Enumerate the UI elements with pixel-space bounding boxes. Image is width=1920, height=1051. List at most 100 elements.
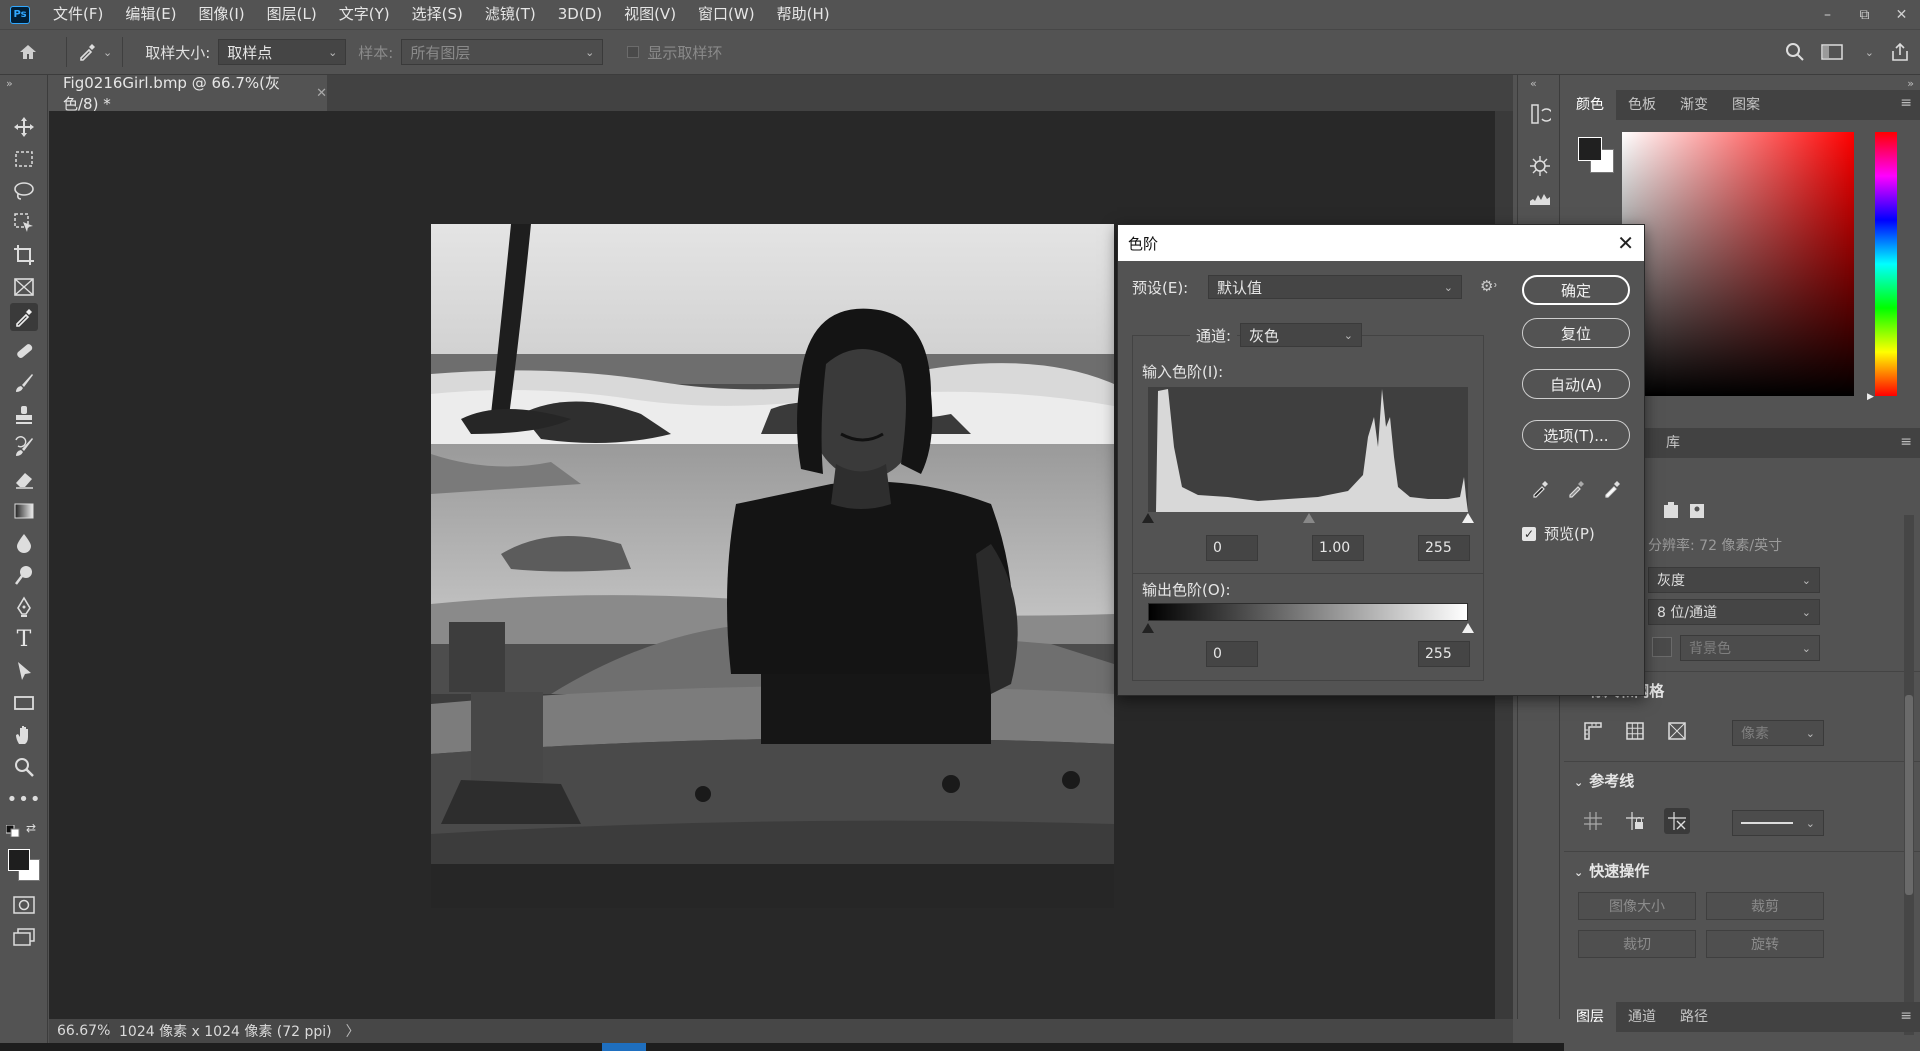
crop-button[interactable]: 裁剪 <box>1706 892 1824 920</box>
show-sampling-ring-checkbox[interactable]: 显示取样环 <box>627 42 722 63</box>
tab-channels[interactable]: 通道 <box>1616 1002 1668 1032</box>
gray-point-eyedropper-icon[interactable] <box>1566 477 1588 499</box>
marquee-tool-icon[interactable] <box>12 147 36 171</box>
more-tools-icon[interactable]: ••• <box>7 787 41 811</box>
brush-tool-icon[interactable] <box>12 371 36 395</box>
dodge-tool-icon[interactable] <box>12 563 36 587</box>
scrollbar-thumb[interactable] <box>1905 695 1913 895</box>
panel-menu-icon[interactable]: ≡ <box>1900 1008 1912 1024</box>
input-black-field[interactable]: 0 <box>1206 535 1258 561</box>
hand-tool-icon[interactable] <box>12 723 36 747</box>
guides-icon[interactable] <box>1580 808 1606 834</box>
depth-select[interactable]: 8 位/通道 ⌄ <box>1648 599 1820 625</box>
smart-guides-icon[interactable] <box>1664 808 1690 834</box>
type-tool-icon[interactable]: T <box>12 627 36 652</box>
zoom-tool-icon[interactable] <box>12 755 36 779</box>
share-icon[interactable] <box>1890 42 1910 62</box>
panel-menu-icon[interactable]: ≡ <box>1900 95 1912 111</box>
healing-brush-tool-icon[interactable] <box>12 339 36 363</box>
tab-patterns[interactable]: 图案 <box>1720 90 1772 120</box>
guide-style-select[interactable]: ⌄ <box>1732 810 1824 836</box>
lock-guides-icon[interactable] <box>1622 808 1648 834</box>
panel-menu-icon[interactable]: ≡ <box>1900 434 1912 450</box>
menu-view[interactable]: 视图(V) <box>613 0 687 29</box>
collapse-toolbar-icon[interactable]: » <box>6 77 13 90</box>
image-size-button[interactable]: 图像大小 <box>1578 892 1696 920</box>
search-icon[interactable] <box>1785 42 1805 62</box>
move-tool-icon[interactable] <box>12 115 36 139</box>
chevron-down-icon[interactable]: ⌄ <box>1865 46 1874 59</box>
guides-heading[interactable]: ⌄ 参考线 <box>1574 770 1634 791</box>
output-white-slider[interactable] <box>1462 623 1474 633</box>
levels-title-bar[interactable]: 色阶 ✕ <box>1118 225 1644 261</box>
menu-window[interactable]: 窗口(W) <box>687 0 766 29</box>
output-black-slider[interactable] <box>1142 623 1154 633</box>
status-menu-arrow-icon[interactable]: 〉 <box>346 1021 360 1041</box>
expand-panels-icon[interactable]: « <box>1530 77 1537 90</box>
menu-help[interactable]: 帮助(H) <box>766 0 841 29</box>
input-gamma-slider[interactable] <box>1303 513 1315 523</box>
color-field[interactable] <box>1622 132 1854 396</box>
clone-stamp-tool-icon[interactable] <box>12 403 36 427</box>
close-icon[interactable]: ✕ <box>1883 0 1920 29</box>
grid-icon[interactable] <box>1622 718 1648 744</box>
white-point-eyedropper-icon[interactable] <box>1602 477 1624 499</box>
restore-icon[interactable]: ⧉ <box>1846 0 1883 29</box>
auto-button[interactable]: 自动(A) <box>1522 369 1630 399</box>
frame-tool-icon[interactable] <box>12 275 36 299</box>
menu-layer[interactable]: 图层(L) <box>256 0 328 29</box>
history-panel-icon[interactable] <box>1527 101 1553 127</box>
panel-foreground-swatch[interactable] <box>1578 137 1602 161</box>
menu-select[interactable]: 选择(S) <box>401 0 474 29</box>
swap-colors-icon[interactable]: ⇄ <box>26 821 36 835</box>
quick-mask-icon[interactable] <box>12 893 36 917</box>
lasso-tool-icon[interactable] <box>12 179 36 203</box>
foreground-color-swatch[interactable] <box>8 849 30 871</box>
trim-button[interactable]: 裁切 <box>1578 930 1696 958</box>
output-black-field[interactable]: 0 <box>1206 641 1258 667</box>
menu-edit[interactable]: 编辑(E) <box>114 0 187 29</box>
collapse-panels-icon[interactable]: » <box>1907 77 1914 90</box>
blur-tool-icon[interactable] <box>12 531 36 555</box>
close-icon[interactable]: ✕ <box>1617 231 1634 255</box>
adjustments-panel-icon[interactable] <box>1527 153 1553 179</box>
home-icon[interactable] <box>0 43 56 61</box>
rectangle-tool-icon[interactable] <box>12 691 36 715</box>
menu-image[interactable]: 图像(I) <box>188 0 256 29</box>
input-white-slider[interactable] <box>1462 513 1474 523</box>
tab-libraries[interactable]: 库 <box>1654 428 1692 458</box>
tab-layers[interactable]: 图层 <box>1564 1002 1616 1032</box>
menu-file[interactable]: 文件(F) <box>42 0 114 29</box>
tab-swatches[interactable]: 色板 <box>1616 90 1668 120</box>
channel-select[interactable]: 灰色 ⌄ <box>1240 323 1362 347</box>
ruler-icon[interactable] <box>1580 718 1606 744</box>
fill-select[interactable]: 背景色 ⌄ <box>1680 635 1820 661</box>
workspace-icon[interactable] <box>1821 43 1843 61</box>
hue-slider-handle[interactable]: ▶ <box>1867 392 1874 402</box>
grid-unit-select[interactable]: 像素 ⌄ <box>1732 720 1824 746</box>
history-brush-tool-icon[interactable] <box>12 435 36 459</box>
black-point-eyedropper-icon[interactable] <box>1530 477 1552 499</box>
mode-select[interactable]: 灰度 ⌄ <box>1648 567 1820 593</box>
close-tab-icon[interactable]: ✕ <box>316 86 327 101</box>
fill-color-swatch[interactable] <box>1652 637 1672 657</box>
path-selection-tool-icon[interactable] <box>12 659 36 683</box>
sample-size-select[interactable]: 取样点 ⌄ <box>218 39 347 65</box>
preset-options-gear-icon[interactable]: ⚙˒ <box>1480 277 1498 295</box>
screen-mode-icon[interactable] <box>12 925 36 949</box>
document-image[interactable] <box>431 224 1114 908</box>
hue-slider[interactable] <box>1875 132 1897 396</box>
document-tab[interactable]: Fig0216Girl.bmp @ 66.7%(灰色/8) * ✕ <box>49 74 327 113</box>
menu-filter[interactable]: 滤镜(T) <box>474 0 547 29</box>
ok-button[interactable]: 确定 <box>1522 275 1630 305</box>
tab-color[interactable]: 颜色 <box>1564 90 1616 120</box>
tool-preset-picker[interactable]: ⌄ <box>77 42 112 62</box>
zoom-readout[interactable]: 66.67% <box>49 1023 110 1039</box>
object-selection-tool-icon[interactable] <box>12 211 36 235</box>
reset-button[interactable]: 复位 <box>1522 318 1630 348</box>
gradient-tool-icon[interactable] <box>12 499 36 523</box>
eraser-tool-icon[interactable] <box>12 467 36 491</box>
options-button[interactable]: 选项(T)... <box>1522 420 1630 450</box>
input-gamma-field[interactable]: 1.00 <box>1312 535 1364 561</box>
histogram-panel-icon[interactable] <box>1527 185 1553 211</box>
